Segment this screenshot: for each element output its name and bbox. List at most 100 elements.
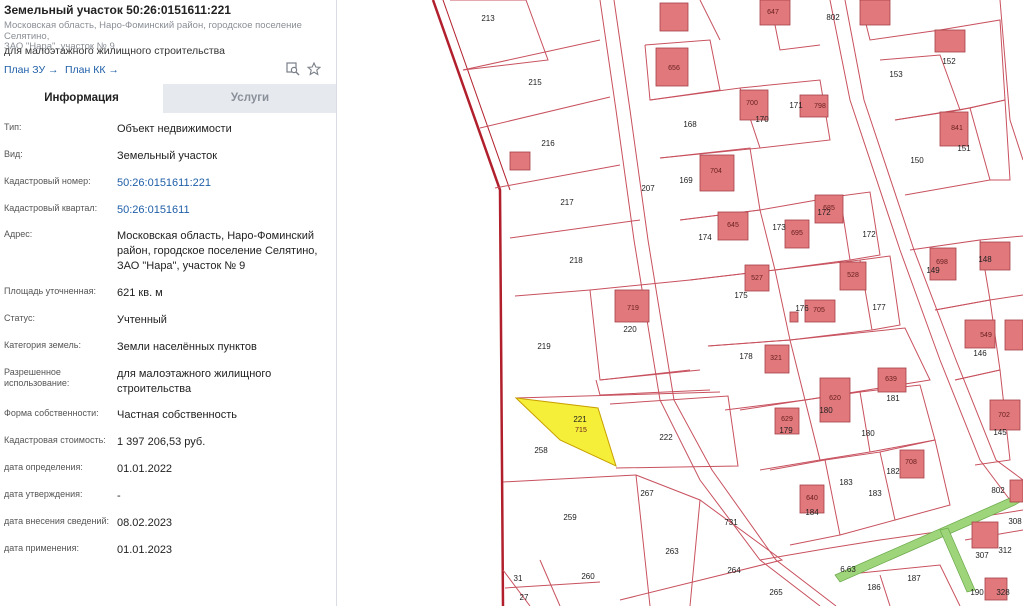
svg-text:27: 27	[520, 593, 529, 602]
svg-text:184: 184	[805, 508, 819, 517]
field-label: Адрес:	[4, 229, 33, 239]
svg-text:172: 172	[862, 230, 876, 239]
field-value: Земли населённых пунктов	[117, 341, 257, 353]
field-label: Разрешенное использование:	[4, 367, 70, 388]
cadastral-map[interactable]: 213 215 216 217 218 219 220 221 222 258 …	[338, 0, 1023, 606]
svg-text:802: 802	[826, 13, 840, 22]
svg-text:176: 176	[795, 304, 809, 313]
field-label: Форма собственности:	[4, 408, 99, 418]
svg-text:190: 190	[970, 588, 984, 597]
svg-text:213: 213	[481, 14, 495, 23]
svg-text:153: 153	[889, 70, 903, 79]
svg-text:207: 207	[641, 184, 655, 193]
field-label: дата утверждения:	[4, 489, 83, 499]
tab-services[interactable]: Услуги	[163, 84, 336, 113]
svg-text:549: 549	[980, 332, 992, 339]
svg-text:183: 183	[839, 478, 853, 487]
field-label: Кадастровый квартал:	[4, 203, 98, 213]
svg-text:218: 218	[569, 256, 583, 265]
svg-text:647: 647	[767, 9, 779, 16]
svg-text:149: 149	[926, 266, 940, 275]
svg-text:265: 265	[769, 588, 783, 597]
svg-text:312: 312	[998, 546, 1012, 555]
svg-text:177: 177	[872, 303, 886, 312]
svg-text:178: 178	[739, 352, 753, 361]
tab-info[interactable]: Информация	[0, 84, 163, 113]
cadastral-quarter-link[interactable]: 50:26:0151611	[117, 203, 331, 218]
svg-text:152: 152	[942, 57, 956, 66]
svg-text:629: 629	[781, 416, 793, 423]
svg-text:620: 620	[829, 395, 841, 402]
field-label: дата определения:	[4, 462, 83, 472]
svg-text:220: 220	[623, 325, 637, 334]
svg-text:321: 321	[770, 355, 782, 362]
svg-text:708: 708	[905, 459, 917, 466]
svg-text:639: 639	[885, 376, 897, 383]
svg-text:719: 719	[627, 305, 639, 312]
svg-text:151: 151	[957, 144, 971, 153]
field-value: Частная собственность	[117, 409, 238, 421]
field-value: 01.01.2023	[117, 544, 173, 556]
plan-zu-link[interactable]: План ЗУ →	[4, 64, 59, 76]
cadastral-number-link[interactable]: 50:26:0151611:221	[117, 176, 331, 191]
svg-text:702: 702	[998, 412, 1010, 419]
field-label: Кадастровый номер:	[4, 176, 91, 186]
field-value: Земельный участок	[117, 150, 218, 162]
svg-text:731: 731	[724, 518, 738, 527]
selected-parcel-221[interactable]	[514, 397, 617, 467]
svg-text:259: 259	[563, 513, 577, 522]
svg-text:145: 145	[993, 428, 1007, 437]
star-icon[interactable]	[306, 61, 322, 76]
field-label: Кадастровая стоимость:	[4, 435, 106, 445]
svg-text:179: 179	[779, 426, 793, 435]
svg-text:528: 528	[847, 272, 859, 279]
field-label: Тип:	[4, 122, 22, 132]
map-search-icon[interactable]	[286, 62, 300, 76]
field-label: дата внесения сведений:	[4, 516, 109, 526]
field-value: Учтенный	[117, 314, 167, 326]
svg-text:263: 263	[665, 547, 679, 556]
svg-text:219: 219	[537, 342, 551, 351]
svg-text:267: 267	[640, 489, 654, 498]
field-value: Объект недвижимости	[117, 123, 232, 135]
svg-text:798: 798	[814, 103, 826, 110]
svg-text:180: 180	[861, 429, 875, 438]
svg-text:705: 705	[813, 307, 825, 314]
field-value: 621 кв. м	[117, 287, 163, 299]
field-value: 08.02.2023	[117, 517, 173, 529]
svg-text:175: 175	[734, 291, 748, 300]
svg-text:183: 183	[868, 489, 882, 498]
field-value: 1 397 206,53 руб.	[117, 436, 206, 448]
svg-text:150: 150	[910, 156, 924, 165]
svg-text:704: 704	[710, 168, 722, 175]
svg-text:260: 260	[581, 572, 595, 581]
svg-text:328: 328	[996, 588, 1010, 597]
svg-text:182: 182	[886, 467, 900, 476]
svg-text:6.63: 6.63	[840, 565, 856, 574]
svg-text:180: 180	[819, 406, 833, 415]
field-value: Московская область, Наро-Фоминский район…	[117, 230, 318, 272]
svg-text:173: 173	[772, 223, 786, 232]
svg-text:174: 174	[698, 233, 712, 242]
svg-text:656: 656	[668, 65, 680, 72]
svg-text:181: 181	[886, 394, 900, 403]
field-label: Площадь уточненная:	[4, 286, 96, 296]
svg-text:221: 221	[573, 415, 587, 424]
svg-text:308: 308	[1008, 517, 1022, 526]
svg-text:841: 841	[951, 125, 963, 132]
svg-text:645: 645	[727, 222, 739, 229]
svg-text:216: 216	[541, 139, 555, 148]
svg-text:685: 685	[823, 205, 835, 212]
svg-text:186: 186	[867, 583, 881, 592]
svg-text:695: 695	[791, 230, 803, 237]
svg-text:170: 170	[755, 115, 769, 124]
field-value: -	[117, 490, 121, 502]
plan-kk-link[interactable]: План КК →	[65, 64, 119, 76]
field-label: Категория земель:	[4, 340, 81, 350]
svg-text:527: 527	[751, 275, 763, 282]
parcel-purpose: для малоэтажного жилищного строительства	[4, 45, 225, 57]
parcel-title: Земельный участок 50:26:0151611:221	[4, 3, 231, 17]
field-value: для малоэтажного жилищного строительства	[117, 368, 272, 395]
svg-text:640: 640	[806, 495, 818, 502]
svg-text:264: 264	[727, 566, 741, 575]
